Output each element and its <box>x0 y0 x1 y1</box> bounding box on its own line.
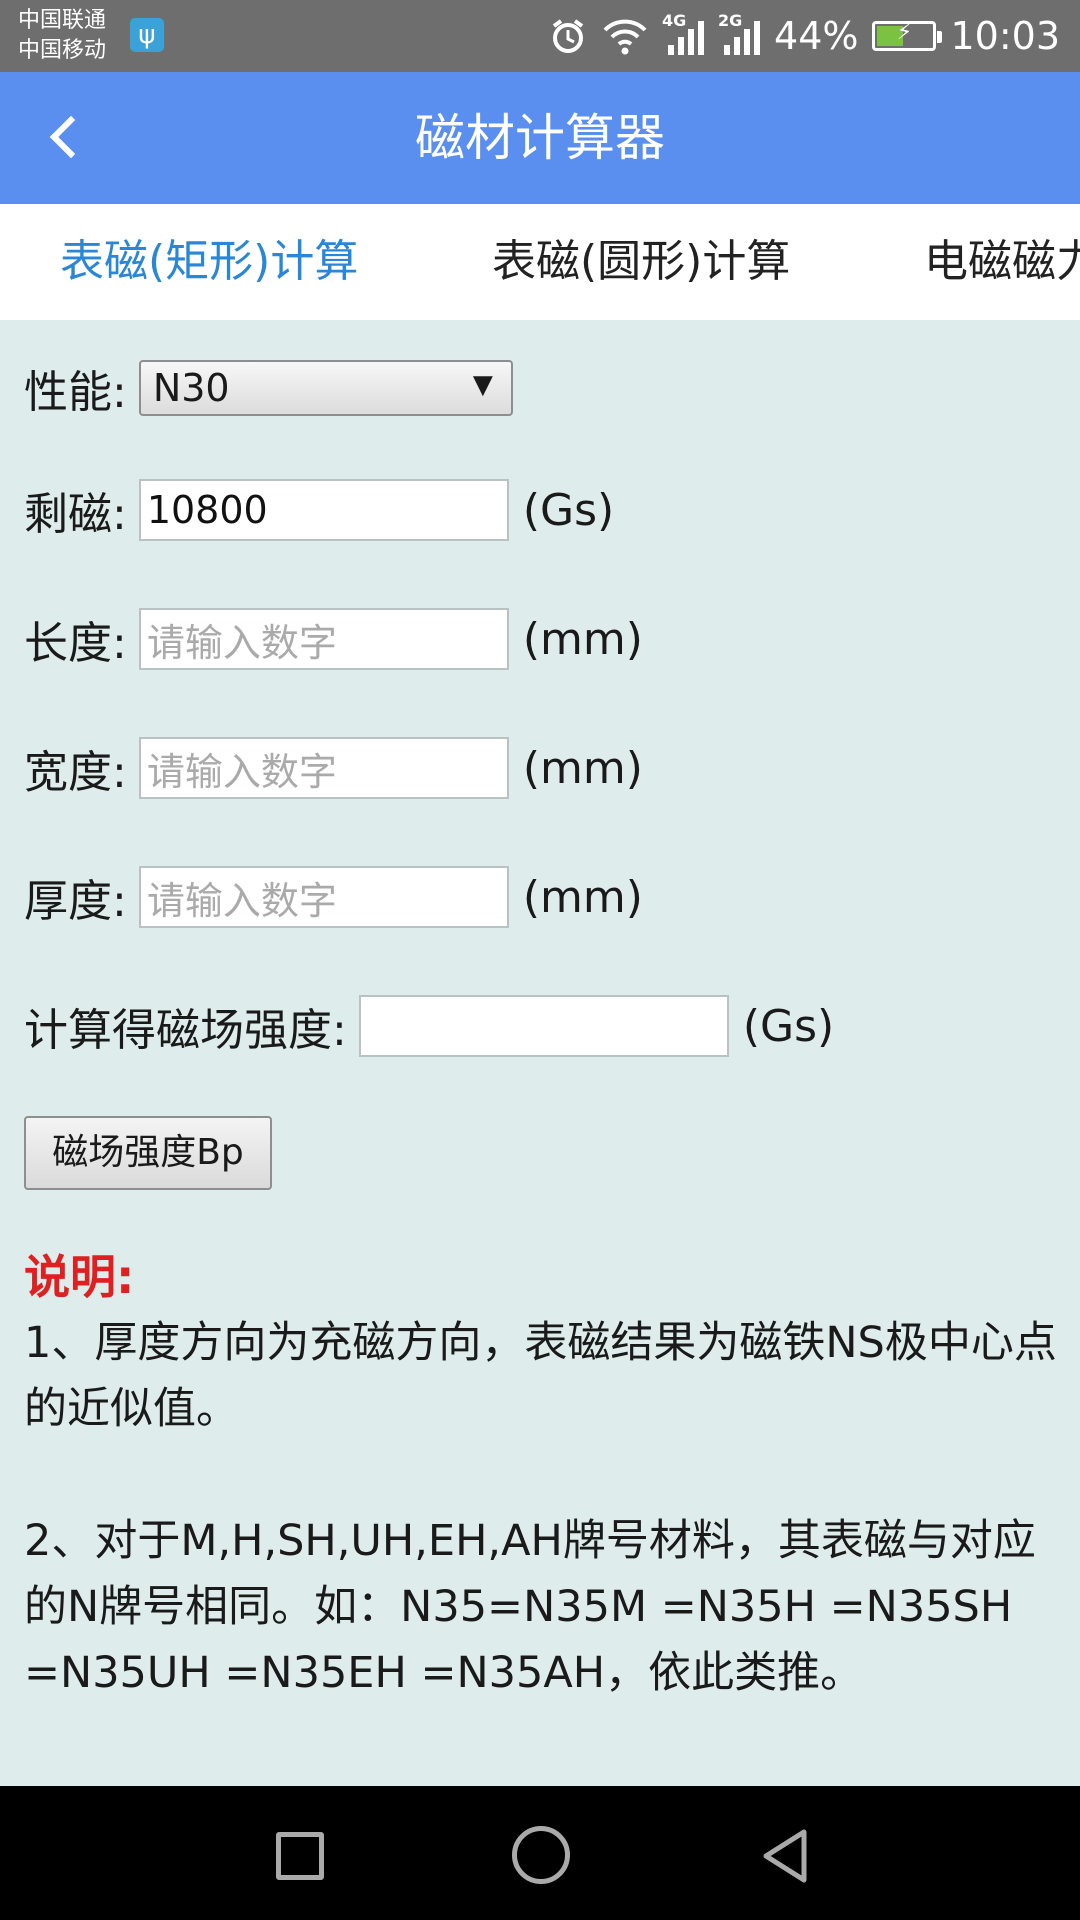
grade-label: 性能: <box>24 367 127 418</box>
app-header: 磁材计算器 <box>0 72 1080 204</box>
length-row: 长度: 请输入数字 (mm) <box>24 607 643 671</box>
notes-title: 说明: <box>24 1250 135 1304</box>
grade-select[interactable]: N30 ▼ <box>138 360 513 416</box>
tab-surface-round[interactable]: 表磁(圆形)计算 <box>492 204 790 320</box>
remanence-unit: (Gs) <box>522 484 615 536</box>
length-unit: (mm) <box>522 613 643 665</box>
remanence-input[interactable]: 10800 <box>138 479 509 541</box>
wifi-icon <box>602 16 648 56</box>
width-unit: (mm) <box>522 742 643 794</box>
grade-selected-value: N30 <box>152 366 230 410</box>
remanence-row: 剩磁: 10800 (Gs) <box>24 478 614 542</box>
status-bar: 中国联通 中国移动 ψ 4G 2G 44% ⚡ 10:03 <box>0 0 1080 72</box>
carrier-2: 中国移动 <box>18 38 107 63</box>
grade-row: 性能: N30 ▼ <box>24 356 513 420</box>
clock: 10:03 <box>950 14 1060 58</box>
carrier-1: 中国联通 <box>18 8 107 33</box>
tab-bar: 表磁(矩形)计算 表磁(圆形)计算 电磁磁力 <box>0 204 1080 320</box>
recent-apps-icon[interactable] <box>276 1832 324 1880</box>
note-1: 1、厚度方向为充磁方向，表磁结果为磁铁NS极中心点的近似值。 <box>24 1318 1057 1434</box>
back-nav-icon[interactable] <box>756 1826 816 1886</box>
signal-2g-icon: 2G <box>718 11 761 55</box>
width-label: 宽度: <box>24 747 127 798</box>
result-output[interactable] <box>358 995 729 1057</box>
thickness-row: 厚度: 请输入数字 (mm) <box>24 865 643 929</box>
tab-surface-rect[interactable]: 表磁(矩形)计算 <box>60 204 358 320</box>
result-row: 计算得磁场强度: (Gs) <box>24 994 834 1058</box>
remanence-label: 剩磁: <box>24 489 127 540</box>
length-label: 长度: <box>24 618 127 669</box>
carrier-info: 中国联通 中国移动 <box>18 6 106 66</box>
thickness-label: 厚度: <box>24 876 127 927</box>
thickness-unit: (mm) <box>522 871 643 923</box>
alarm-icon <box>548 16 588 56</box>
system-nav-bar <box>0 1786 1080 1920</box>
thickness-input[interactable]: 请输入数字 <box>138 866 509 928</box>
width-input[interactable]: 请输入数字 <box>138 737 509 799</box>
result-label: 计算得磁场强度: <box>24 1005 347 1056</box>
length-input[interactable]: 请输入数字 <box>138 608 509 670</box>
width-row: 宽度: 请输入数字 (mm) <box>24 736 643 800</box>
usb-icon: ψ <box>130 18 164 52</box>
dropdown-arrow-icon: ▼ <box>472 370 493 400</box>
battery-percent: 44% <box>774 14 859 58</box>
calculate-button[interactable]: 磁场强度Bp <box>24 1116 272 1190</box>
tab-electromagnet-force[interactable]: 电磁磁力 <box>924 204 1080 320</box>
home-icon[interactable] <box>512 1826 570 1884</box>
page-title: 磁材计算器 <box>415 109 665 167</box>
notes-section: 说明: 1、厚度方向为充磁方向，表磁结果为磁铁NS极中心点的近似值。 2、对于M… <box>24 1244 1064 1706</box>
battery-charging-icon: ⚡ <box>872 20 943 51</box>
signal-4g-icon: 4G <box>662 11 705 55</box>
note-2: 2、对于M,H,SH,UH,EH,AH牌号材料，其表磁与对应的N牌号相同。如：N… <box>24 1516 1036 1698</box>
result-unit: (Gs) <box>742 1000 835 1052</box>
